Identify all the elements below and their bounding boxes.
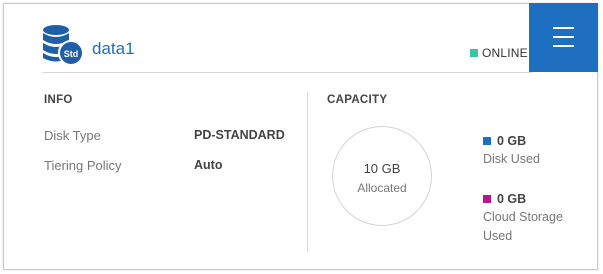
cloud-storage-used-value: 0 GB xyxy=(483,192,526,206)
disk-used-swatch xyxy=(483,137,491,145)
status-dot-icon xyxy=(470,49,478,57)
disk-used-value: 0 GB xyxy=(483,134,526,148)
card-header: Std data1 ONLINE xyxy=(4,3,598,72)
info-title: INFO xyxy=(44,94,73,106)
cloud-storage-swatch xyxy=(483,195,491,203)
volume-card: Std data1 ONLINE INFO Disk Type PD-STAND… xyxy=(3,3,598,270)
cloud-storage-used-label: Cloud Storage Used xyxy=(483,210,563,243)
section-divider xyxy=(307,92,308,252)
status-label: ONLINE xyxy=(482,46,528,60)
std-badge: Std xyxy=(64,49,79,59)
hamburger-menu-icon xyxy=(553,27,574,29)
disk-type-value: PD-STANDARD xyxy=(194,128,285,142)
allocated-circle: 10 GB Allocated xyxy=(332,126,432,226)
capacity-title: CAPACITY xyxy=(327,94,388,106)
allocated-value: 10 GB xyxy=(363,161,401,176)
header-divider xyxy=(42,72,532,73)
menu-button[interactable] xyxy=(529,3,598,72)
volume-title: data1 xyxy=(92,39,135,58)
tiering-policy-label: Tiering Policy xyxy=(44,158,122,173)
disk-type-label: Disk Type xyxy=(44,128,101,143)
allocated-label: Allocated xyxy=(357,181,407,195)
tiering-policy-value: Auto xyxy=(194,158,223,172)
disk-used-label: Disk Used xyxy=(483,152,540,166)
database-icon: Std xyxy=(40,24,88,70)
status-indicator: ONLINE xyxy=(470,46,528,60)
